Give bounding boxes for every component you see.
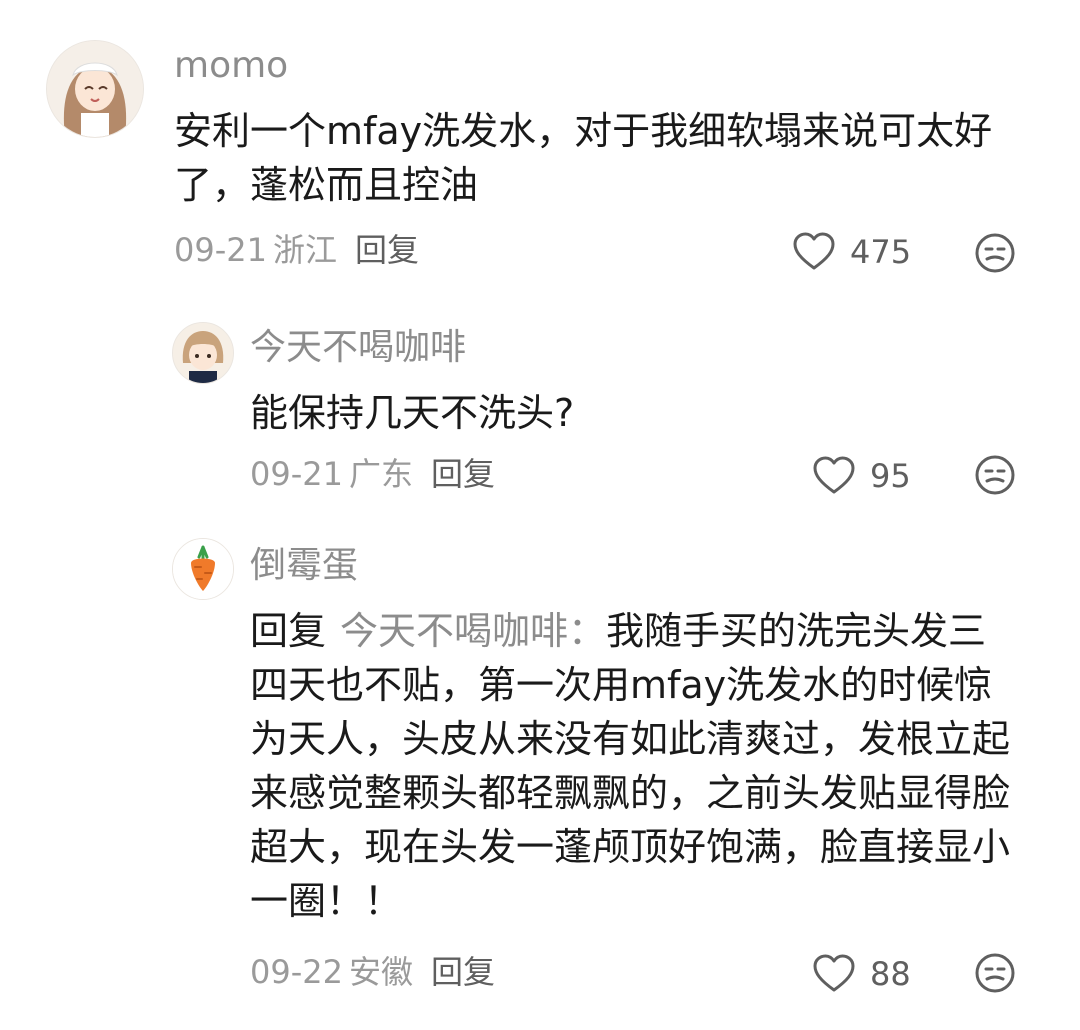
reply-button[interactable]: 回复	[355, 231, 419, 269]
carrot-avatar-icon	[173, 539, 233, 599]
username[interactable]: momo	[174, 46, 288, 86]
reply-button[interactable]: 回复	[431, 953, 495, 991]
reply-item: 倒霉蛋 回复 今天不喝咖啡：我随手买的洗完头发三四天也不贴，第一次用mfay洗发水…	[0, 520, 1080, 1030]
like-count: 95	[870, 457, 911, 495]
anime-boy-avatar-icon	[173, 323, 233, 383]
reply-target-username[interactable]: 今天不喝咖啡：	[340, 609, 606, 653]
heart-icon	[793, 232, 835, 270]
avatar[interactable]	[172, 538, 234, 600]
anime-girl-avatar-icon	[47, 41, 143, 137]
meh-face-icon	[975, 455, 1015, 495]
username[interactable]: 今天不喝咖啡	[250, 328, 466, 368]
avatar[interactable]	[46, 40, 144, 138]
comment-meta: 09-22 安徽 回复	[250, 952, 495, 992]
comment-text: 安利一个mfay洗发水，对于我细软塌来说可太好了，蓬松而且控油	[174, 109, 993, 207]
heart-icon	[813, 456, 855, 494]
comment-date: 09-21	[174, 231, 267, 269]
dislike-button[interactable]	[974, 454, 1016, 496]
reply-item: 今天不喝咖啡 能保持几天不洗头? 09-21 广东 回复 95	[0, 300, 1080, 520]
heart-icon	[813, 954, 855, 992]
comment-item: momo 安利一个mfay洗发水，对于我细软塌来说可太好了，蓬松而且控油 09-…	[0, 0, 1080, 290]
comment-location: 广东	[348, 455, 413, 493]
comment-meta: 09-21 广东 回复	[250, 454, 495, 494]
comment-text: 回复 今天不喝咖啡：我随手买的洗完头发三四天也不贴，第一次用mfay洗发水的时候惊…	[250, 604, 1020, 928]
like-count: 475	[850, 233, 912, 271]
comment-meta: 09-21 浙江 回复	[174, 230, 419, 270]
comment-body: 我随手买的洗完头发三四天也不贴，第一次用mfay洗发水的时候惊为天人，头皮从来没…	[250, 609, 1011, 923]
like-button[interactable]: 95	[812, 454, 911, 498]
comment-text: 能保持几天不洗头?	[250, 391, 575, 435]
reply-prefix: 回复	[250, 609, 327, 653]
like-count: 88	[870, 955, 911, 993]
like-button[interactable]: 88	[812, 952, 911, 996]
username[interactable]: 倒霉蛋	[250, 546, 358, 586]
comment-date: 09-21	[250, 455, 343, 493]
dislike-button[interactable]	[974, 952, 1016, 994]
meh-face-icon	[975, 233, 1015, 273]
dislike-button[interactable]	[974, 232, 1016, 274]
avatar[interactable]	[172, 322, 234, 384]
comment-location: 浙江	[272, 231, 337, 269]
comment-location: 安徽	[348, 953, 413, 991]
like-button[interactable]: 475	[792, 230, 911, 274]
meh-face-icon	[975, 953, 1015, 993]
comment-date: 09-22	[250, 953, 343, 991]
reply-button[interactable]: 回复	[431, 455, 495, 493]
